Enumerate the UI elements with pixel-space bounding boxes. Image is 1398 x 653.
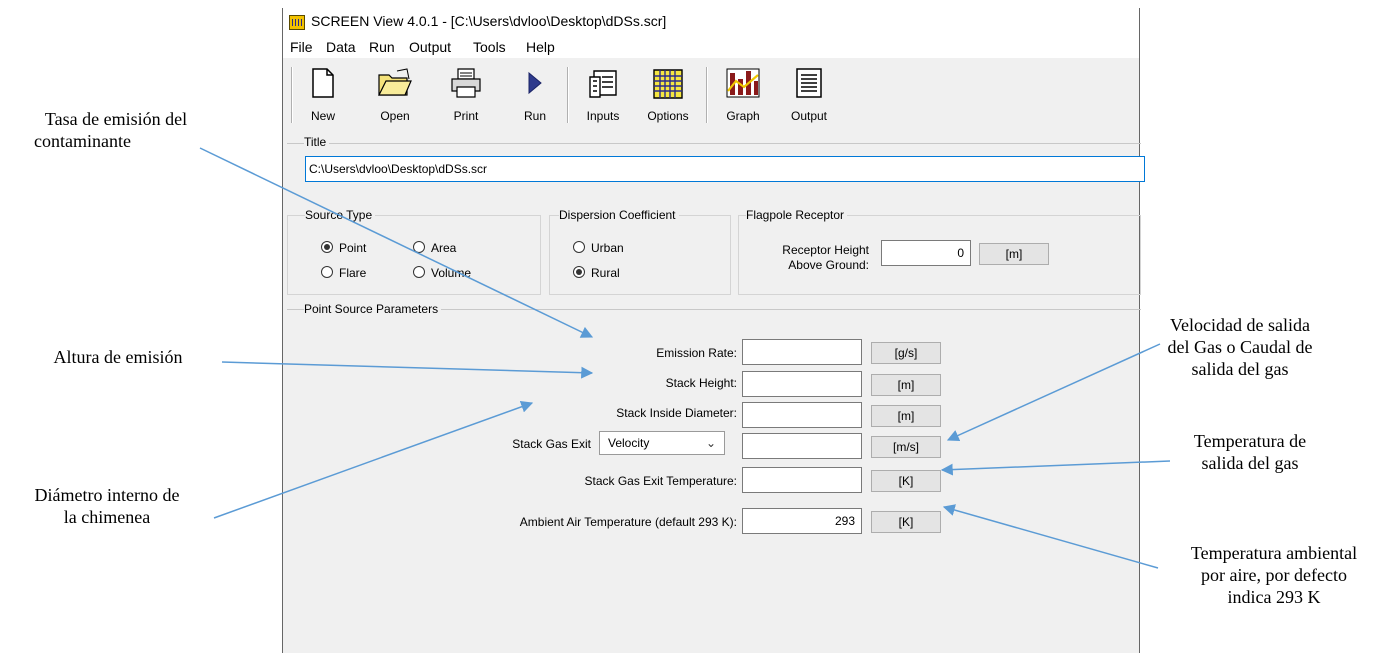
arrow-exit-temp: [940, 460, 1171, 476]
annotation-arrows: [199, 147, 1171, 569]
arrow-velocity: [946, 343, 1161, 442]
arrow-emission-rate: [199, 147, 594, 338]
arrow-diameter: [213, 401, 534, 519]
arrow-ambient-temp: [942, 504, 1159, 569]
arrow-stack-height: [221, 361, 594, 379]
